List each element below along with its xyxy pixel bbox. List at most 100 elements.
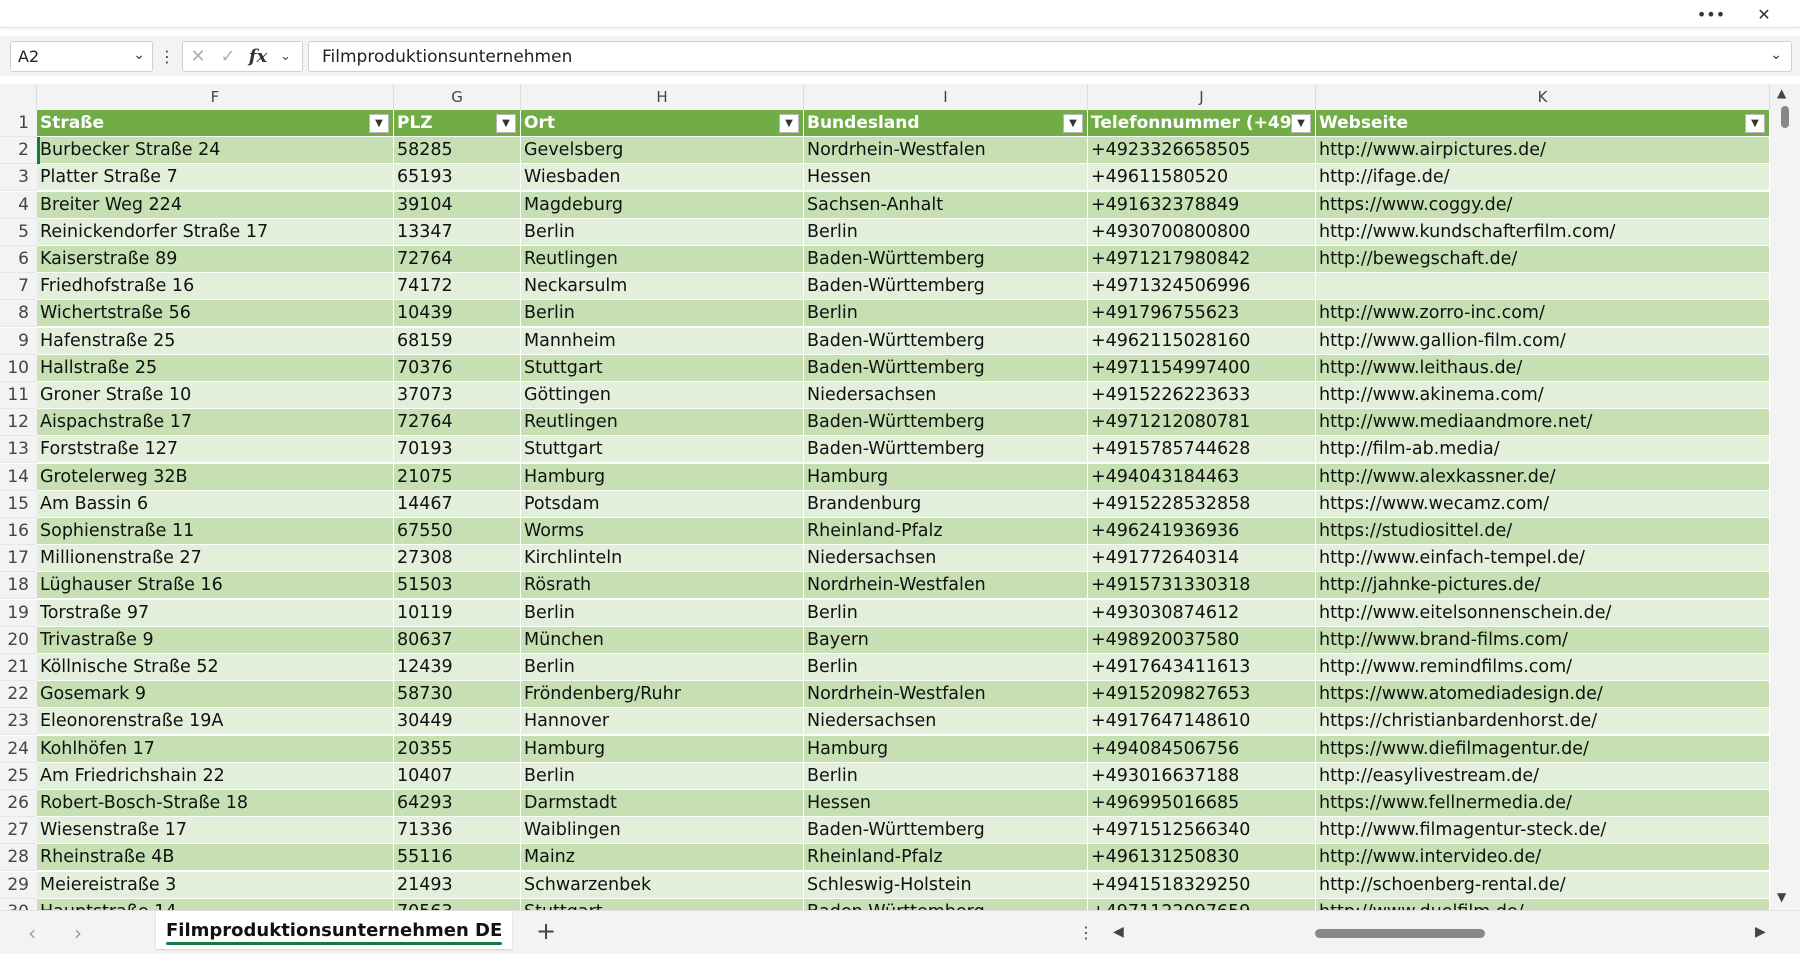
row-number[interactable]: 8 xyxy=(0,300,37,328)
vertical-dots-icon[interactable]: ⋮ xyxy=(1078,923,1094,942)
scroll-up-icon[interactable]: ▲ xyxy=(1777,86,1786,100)
row-number[interactable]: 7 xyxy=(0,273,37,301)
row-number[interactable]: 2 xyxy=(0,137,37,165)
table-cell[interactable]: Waiblingen xyxy=(521,817,804,845)
table-cell[interactable]: Reutlingen xyxy=(521,409,804,437)
table-cell[interactable]: Forststraße 127 xyxy=(37,436,394,464)
vertical-dots-icon[interactable]: ⋮ xyxy=(159,44,175,68)
table-cell[interactable]: Kohlhöfen 17 xyxy=(37,735,394,763)
chevron-right-icon[interactable]: › xyxy=(74,921,82,945)
table-cell[interactable]: Groner Straße 10 xyxy=(37,382,394,409)
table-cell[interactable]: Schwarzenbek xyxy=(521,871,804,899)
table-cell[interactable]: Hauptstraße 14 xyxy=(37,898,394,910)
filter-dropdown-icon[interactable]: ▼ xyxy=(1745,114,1765,133)
insert-function-icon[interactable]: fx xyxy=(243,42,273,71)
sheet-tab-active[interactable]: Filmproduktionsunternehmen DE xyxy=(156,911,513,949)
table-cell[interactable]: 12439 xyxy=(394,654,521,681)
table-cell[interactable]: Baden-Württemberg xyxy=(804,817,1088,845)
row-number[interactable]: 29 xyxy=(0,871,37,899)
column-header-g[interactable]: G xyxy=(394,84,521,110)
column-header-i[interactable]: I xyxy=(804,84,1088,110)
table-cell[interactable]: +493030874612 xyxy=(1088,599,1316,627)
table-cell[interactable]: Eleonorenstraße 19A xyxy=(37,708,394,736)
table-cell[interactable]: Kaiserstraße 89 xyxy=(37,246,394,273)
row-number[interactable]: 25 xyxy=(0,762,37,790)
table-cell[interactable]: Meiereistraße 3 xyxy=(37,871,394,899)
table-cell[interactable]: Berlin xyxy=(804,599,1088,627)
table-cell[interactable]: +491632378849 xyxy=(1088,191,1316,219)
table-cell[interactable]: Hannover xyxy=(521,708,804,736)
table-cell[interactable]: http://www.filmagentur-steck.de/ xyxy=(1316,817,1770,845)
table-cell[interactable]: Niedersachsen xyxy=(804,382,1088,409)
table-cell[interactable]: +4971212080781 xyxy=(1088,409,1316,437)
table-cell[interactable]: Neckarsulm xyxy=(521,273,804,301)
table-header-cell[interactable]: Straße ▼ xyxy=(37,110,394,137)
column-header-k[interactable]: K xyxy=(1316,84,1770,110)
table-cell[interactable]: Hamburg xyxy=(521,463,804,491)
table-cell[interactable]: Brandenburg xyxy=(804,490,1088,518)
filter-dropdown-icon[interactable]: ▼ xyxy=(1063,114,1083,133)
table-cell[interactable]: 72764 xyxy=(394,409,521,437)
table-cell[interactable]: Am Bassin 6 xyxy=(37,490,394,518)
table-cell[interactable]: +496995016685 xyxy=(1088,790,1316,817)
table-cell[interactable]: +4917647148610 xyxy=(1088,708,1316,736)
table-cell[interactable]: +4915731330318 xyxy=(1088,572,1316,600)
table-cell[interactable]: http://www.akinema.com/ xyxy=(1316,382,1770,409)
table-cell[interactable]: Berlin xyxy=(804,762,1088,790)
table-cell[interactable]: http://film-ab.media/ xyxy=(1316,436,1770,464)
table-cell[interactable]: 10439 xyxy=(394,300,521,328)
table-header-cell[interactable]: Bundesland ▼ xyxy=(804,110,1088,137)
table-cell[interactable]: Berlin xyxy=(521,599,804,627)
row-number[interactable]: 12 xyxy=(0,409,37,437)
table-cell[interactable]: 51503 xyxy=(394,572,521,600)
table-cell[interactable]: +4923326658505 xyxy=(1088,137,1316,165)
table-cell[interactable]: +4917643411613 xyxy=(1088,654,1316,681)
table-cell[interactable]: Berlin xyxy=(521,762,804,790)
table-cell[interactable]: http://www.eitelsonnenschein.de/ xyxy=(1316,599,1770,627)
table-cell[interactable]: Wichertstraße 56 xyxy=(37,300,394,328)
table-cell[interactable]: 55116 xyxy=(394,844,521,872)
table-cell[interactable]: Reutlingen xyxy=(521,246,804,273)
table-cell[interactable]: 58730 xyxy=(394,681,521,709)
table-cell[interactable]: +4971324506996 xyxy=(1088,273,1316,301)
table-cell[interactable]: Mainz xyxy=(521,844,804,872)
row-number[interactable]: 23 xyxy=(0,708,37,736)
table-cell[interactable]: Breiter Weg 224 xyxy=(37,191,394,219)
table-cell[interactable]: Robert-Bosch-Straße 18 xyxy=(37,790,394,817)
table-cell[interactable]: Am Friedrichshain 22 xyxy=(37,762,394,790)
table-cell[interactable]: http://www.einfach-tempel.de/ xyxy=(1316,545,1770,573)
table-cell[interactable]: http://www.alexkassner.de/ xyxy=(1316,463,1770,491)
table-cell[interactable]: +491772640314 xyxy=(1088,545,1316,573)
row-number[interactable]: 1 xyxy=(0,110,37,137)
table-cell[interactable]: +491796755623 xyxy=(1088,300,1316,328)
table-cell[interactable]: Hessen xyxy=(804,164,1088,192)
table-cell[interactable]: 39104 xyxy=(394,191,521,219)
table-cell[interactable]: +493016637188 xyxy=(1088,762,1316,790)
table-cell[interactable]: http://www.kundschafterfilm.com/ xyxy=(1316,218,1770,246)
row-number[interactable]: 10 xyxy=(0,354,37,382)
table-cell[interactable]: +494043184463 xyxy=(1088,463,1316,491)
table-cell[interactable]: https://www.wecamz.com/ xyxy=(1316,490,1770,518)
table-cell[interactable]: Niedersachsen xyxy=(804,545,1088,573)
table-cell[interactable]: 65193 xyxy=(394,164,521,192)
table-cell[interactable]: Kirchlinteln xyxy=(521,545,804,573)
table-cell[interactable]: +496131250830 xyxy=(1088,844,1316,872)
row-number[interactable]: 11 xyxy=(0,382,37,409)
table-cell[interactable]: Torstraße 97 xyxy=(37,599,394,627)
table-cell[interactable]: +4962115028160 xyxy=(1088,327,1316,355)
table-cell[interactable]: Baden-Württemberg xyxy=(804,409,1088,437)
table-cell[interactable]: 74172 xyxy=(394,273,521,301)
table-cell[interactable]: 10407 xyxy=(394,762,521,790)
table-cell[interactable]: Hamburg xyxy=(521,735,804,763)
table-cell[interactable]: Grotelerweg 32B xyxy=(37,463,394,491)
table-cell[interactable]: +4971217980842 xyxy=(1088,246,1316,273)
name-box[interactable]: A2 ⌄ xyxy=(10,41,153,72)
table-cell[interactable]: Baden-Württemberg xyxy=(804,354,1088,382)
row-number[interactable]: 17 xyxy=(0,545,37,573)
table-cell[interactable]: Fröndenberg/Ruhr xyxy=(521,681,804,709)
table-cell[interactable]: +494084506756 xyxy=(1088,735,1316,763)
table-cell[interactable]: Magdeburg xyxy=(521,191,804,219)
table-cell[interactable]: Niedersachsen xyxy=(804,708,1088,736)
chevron-left-icon[interactable]: ‹ xyxy=(28,921,36,945)
table-cell[interactable]: Sophienstraße 11 xyxy=(37,518,394,545)
